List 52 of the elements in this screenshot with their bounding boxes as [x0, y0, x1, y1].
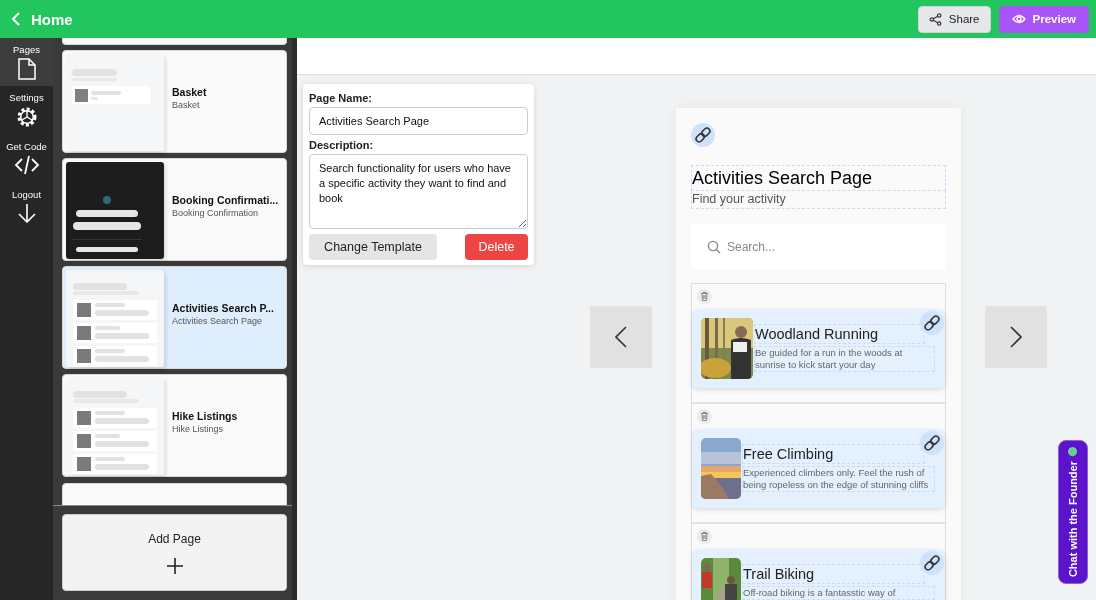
- page-subtitle: Booking Confirmation: [172, 207, 260, 218]
- page-subtitle: Hike Listings: [172, 423, 225, 434]
- nav-item[interactable]: Pages: [0, 38, 53, 86]
- page-title: Hike Listings: [172, 409, 238, 422]
- header-title: Home: [31, 10, 73, 28]
- activity-description: Be guided for a run in the woods at sunrise to kick start your day: [754, 346, 935, 372]
- share-button[interactable]: Share: [917, 5, 991, 33]
- chevron-left-icon: [615, 326, 627, 348]
- preview-button[interactable]: Preview: [998, 5, 1089, 33]
- activity-description: Experienced climbers only. Feel the rush of being ropeless on the edge of stunning cliffs: [742, 466, 935, 492]
- chat-button[interactable]: Chat with the Founder: [1058, 440, 1088, 584]
- page-title: Activities Search P...: [172, 301, 274, 314]
- page-card[interactable]: Booking Confirmati... Booking Confirmation: [62, 158, 287, 261]
- code-icon: [13, 155, 40, 175]
- page-icon: [17, 58, 36, 80]
- field-label: Page Name:: [309, 92, 373, 104]
- page-subtitle: Basket: [172, 99, 201, 110]
- nav-item[interactable]: Settings: [0, 86, 53, 134]
- activity-description: Off-road biking is a fantasstic way of: [742, 586, 935, 600]
- page-card[interactable]: Hike Listings Hike Listings: [62, 374, 287, 477]
- eye-icon: [1011, 14, 1026, 24]
- search-icon: [707, 240, 721, 254]
- page-card[interactable]: Activities Search P... Activities Search Page: [62, 266, 287, 369]
- preview-title: Activities Search Page: [691, 165, 946, 191]
- link-icon[interactable]: [920, 431, 944, 455]
- arrow-down-icon: [17, 203, 36, 223]
- page-subtitle: Activities Search Page: [172, 315, 264, 326]
- delete-button[interactable]: Delete: [465, 234, 528, 260]
- link-icon[interactable]: [920, 551, 944, 575]
- nav-item[interactable]: Get Code: [0, 134, 53, 182]
- trash-icon[interactable]: [697, 289, 712, 304]
- preview-subtitle: Find your activity: [691, 191, 946, 209]
- back-icon[interactable]: [10, 11, 22, 27]
- page-title: Booking Confirmati...: [172, 193, 279, 206]
- link-icon[interactable]: [920, 311, 944, 335]
- settings-icon: [15, 106, 38, 128]
- add-page-button[interactable]: Add Page: [62, 514, 287, 591]
- chevron-right-icon: [1010, 326, 1022, 348]
- link-icon[interactable]: [691, 123, 715, 147]
- description-field[interactable]: Search functionality for users who have a specific activity they want to find and book: [309, 154, 528, 229]
- nav-item[interactable]: Logout: [0, 182, 53, 230]
- page-name-field[interactable]: Activities Search Page: [309, 107, 528, 135]
- page-title: Basket: [172, 85, 207, 98]
- trash-icon[interactable]: [697, 529, 712, 544]
- share-icon: [928, 12, 942, 26]
- trash-icon[interactable]: [697, 409, 712, 424]
- field-label: Description:: [309, 139, 375, 151]
- change-template-button[interactable]: Change Template: [309, 234, 437, 260]
- status-dot-icon: [1068, 446, 1078, 456]
- plus-icon: [166, 557, 183, 574]
- search-field[interactable]: Search...: [691, 224, 946, 269]
- page-card[interactable]: Basket Basket: [62, 50, 287, 153]
